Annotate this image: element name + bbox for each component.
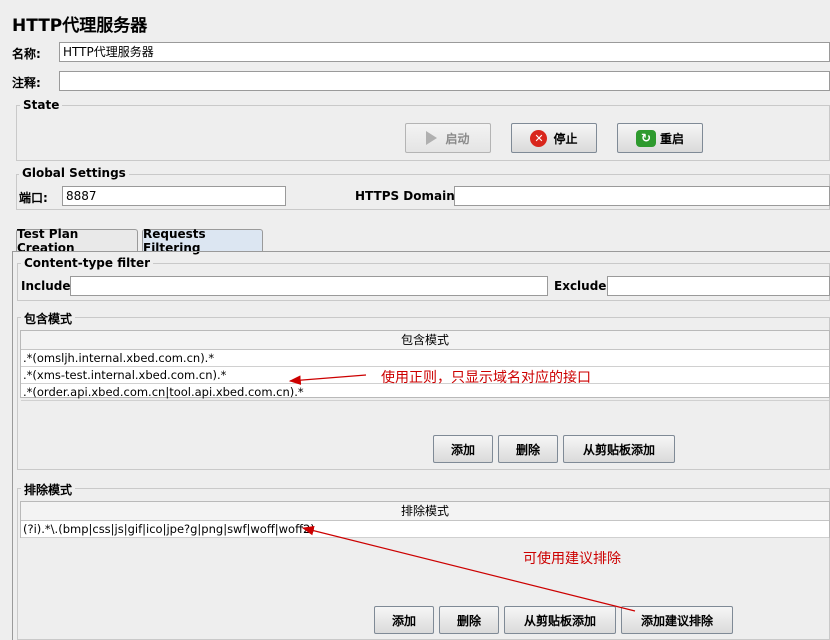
exclude-annotation-text: 可使用建议排除 <box>523 551 621 567</box>
exclude-annotation-arrow <box>301 525 636 612</box>
include-annotation-text: 使用正则，只显示域名对应的接口 <box>381 370 591 386</box>
include-annotation-arrow <box>288 374 367 385</box>
annotation-arrows <box>288 374 636 612</box>
